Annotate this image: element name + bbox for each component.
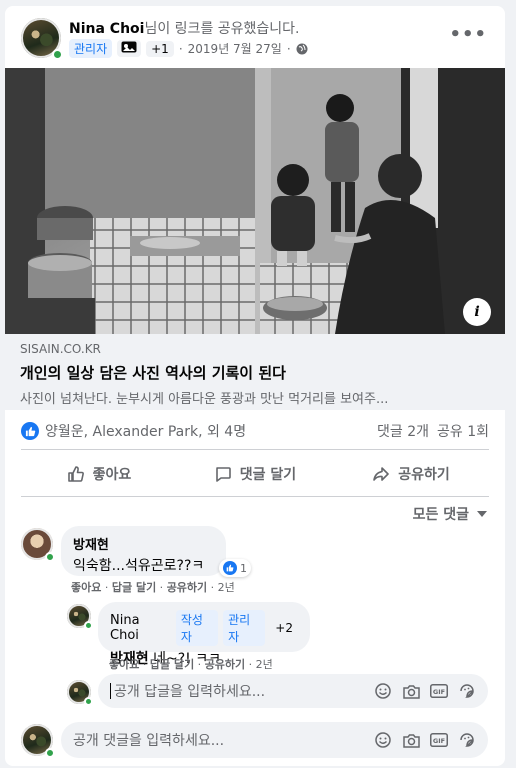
meta-separator-2: · — [286, 41, 291, 56]
share-action-text: 님이 링크를 공유했습니다. — [144, 21, 300, 37]
like-reaction-icon[interactable] — [21, 422, 39, 440]
comment-reaction-badge[interactable]: 1 — [219, 559, 251, 577]
link-domain: SISAIN.CO.KR — [20, 342, 101, 356]
link-preview[interactable]: SISAIN.CO.KR 개인의 일상 담은 사진 역사의 기록이 된다 사진이… — [5, 334, 505, 410]
comment-input-placeholder: 공개 댓글을 입력하세요... — [73, 733, 225, 749]
gif-icon[interactable]: GIF — [430, 731, 448, 749]
comment-reaction-count: 1 — [240, 561, 247, 575]
comment-input[interactable]: 공개 댓글을 입력하세요... GIF — [61, 722, 488, 758]
like-label: 좋아요 — [92, 467, 132, 483]
comment-sort-label: 모든 댓글 — [412, 507, 469, 523]
post-actions: 좋아요 댓글 달기 공유하기 — [21, 452, 489, 496]
post-card: Nina Choi님이 링크를 공유했습니다. 관리자 +1 · 2019년 7… — [5, 6, 505, 766]
comment-sort-dropdown[interactable]: 모든 댓글 — [413, 504, 487, 524]
comment-reply-link[interactable]: 답글 달기 — [112, 581, 156, 594]
reply-reply-link[interactable]: 답글 달기 — [150, 658, 194, 671]
comment-text: 익숙함...석유곤로??ㅋ — [73, 558, 205, 574]
comment-button[interactable]: 댓글 달기 — [177, 452, 333, 496]
divider-top — [21, 449, 489, 450]
gif-icon[interactable]: GIF — [430, 682, 448, 700]
more-options-icon[interactable]: ••• — [449, 24, 487, 45]
reply-input-placeholder: 공개 답글을 입력하세요... — [114, 684, 266, 700]
current-user-avatar[interactable] — [67, 680, 93, 706]
reply-bubble: Nina Choi 작성자 관리자 +2 방재현 네~?! ㅋㅋ — [98, 602, 310, 667]
emoji-icon[interactable] — [374, 731, 392, 749]
author-line: Nina Choi님이 링크를 공유했습니다. — [69, 18, 300, 38]
camera-icon[interactable] — [402, 731, 420, 749]
share-button[interactable]: 공유하기 — [333, 452, 489, 496]
comment-author[interactable]: 방재현 — [73, 534, 214, 553]
badge-more-count[interactable]: +2 — [270, 620, 298, 636]
reply-author[interactable]: Nina Choi — [110, 613, 171, 643]
comment-share-link[interactable]: 공유하기 — [167, 581, 207, 594]
current-user-avatar-main[interactable] — [21, 724, 55, 758]
svg-text:GIF: GIF — [433, 737, 445, 745]
thumbs-up-icon — [67, 465, 85, 483]
reply-header: Nina Choi 작성자 관리자 +2 — [110, 610, 298, 646]
globe-icon — [296, 43, 308, 55]
online-indicator — [45, 552, 55, 562]
svg-text:GIF: GIF — [433, 688, 445, 696]
reactors-names[interactable]: 양월운, Alexander Park, 외 4명 — [45, 421, 246, 441]
online-indicator — [84, 697, 93, 706]
author-badge[interactable]: 작성자 — [175, 610, 219, 646]
sticker-icon[interactable] — [458, 682, 476, 700]
comment-label: 댓글 달기 — [239, 467, 297, 483]
caret-down-icon — [477, 509, 487, 519]
author-name[interactable]: Nina Choi — [69, 21, 144, 37]
comment-bubble: 방재현 익숙함...석유곤로??ㅋ — [61, 526, 226, 576]
like-reaction-icon — [223, 561, 237, 575]
engagement-counts: 댓글 2개 공유 1회 — [377, 421, 489, 441]
reply-actions: 좋아요 · 답글 달기 · 공유하기 · 2년 — [109, 658, 273, 671]
share-label: 공유하기 — [398, 467, 450, 483]
link-description: 사진이 넘쳐난다. 눈부시게 아름다운 풍광과 맛난 먹거리를 보여주... — [20, 392, 389, 407]
emoji-icon[interactable] — [374, 682, 392, 700]
like-button[interactable]: 좋아요 — [21, 452, 177, 496]
reply-like-link[interactable]: 좋아요 — [109, 658, 139, 671]
comment-actions: 좋아요 · 답글 달기 · 공유하기 · 2년 — [71, 581, 235, 594]
badge-more-count[interactable]: +1 — [146, 40, 174, 57]
text-cursor — [110, 683, 111, 699]
post-meta: 관리자 +1 · 2019년 7월 27일 · — [69, 39, 308, 58]
admin-badge[interactable]: 관리자 — [69, 39, 113, 58]
comment-time[interactable]: 2년 — [218, 581, 235, 594]
comment-input-tools: GIF — [374, 731, 476, 749]
comment-count[interactable]: 댓글 2개 — [377, 421, 429, 441]
reply-input[interactable]: 공개 답글을 입력하세요... GIF — [98, 674, 488, 708]
commenter-avatar[interactable] — [21, 528, 55, 562]
reply-share-link[interactable]: 공유하기 — [205, 658, 245, 671]
post-header: Nina Choi님이 링크를 공유했습니다. 관리자 +1 · 2019년 7… — [5, 6, 505, 68]
share-count[interactable]: 공유 1회 — [437, 421, 489, 441]
online-indicator — [52, 49, 63, 60]
link-title[interactable]: 개인의 일상 담은 사진 역사의 기록이 된다 — [20, 362, 490, 383]
admin-badge[interactable]: 관리자 — [223, 610, 266, 646]
meta-separator: · — [178, 41, 183, 56]
online-indicator — [84, 621, 93, 630]
info-icon[interactable]: i — [463, 298, 491, 326]
reply-author-avatar[interactable] — [67, 604, 93, 630]
share-arrow-icon — [372, 465, 390, 483]
online-indicator — [45, 748, 55, 758]
reply-input-tools: GIF — [374, 682, 476, 700]
reply-time[interactable]: 2년 — [256, 658, 273, 671]
link-photo[interactable]: i — [5, 68, 505, 334]
divider-bottom — [21, 496, 489, 497]
comment-icon — [214, 465, 232, 483]
sticker-icon[interactable] — [458, 731, 476, 749]
reactions-summary: 양월운, Alexander Park, 외 4명 댓글 2개 공유 1회 — [21, 418, 489, 444]
community-badge-icon[interactable] — [117, 40, 142, 57]
camera-icon[interactable] — [402, 682, 420, 700]
author-avatar[interactable] — [21, 18, 63, 60]
comment-like-link[interactable]: 좋아요 — [71, 581, 101, 594]
post-date[interactable]: 2019년 7월 27일 — [188, 40, 282, 57]
